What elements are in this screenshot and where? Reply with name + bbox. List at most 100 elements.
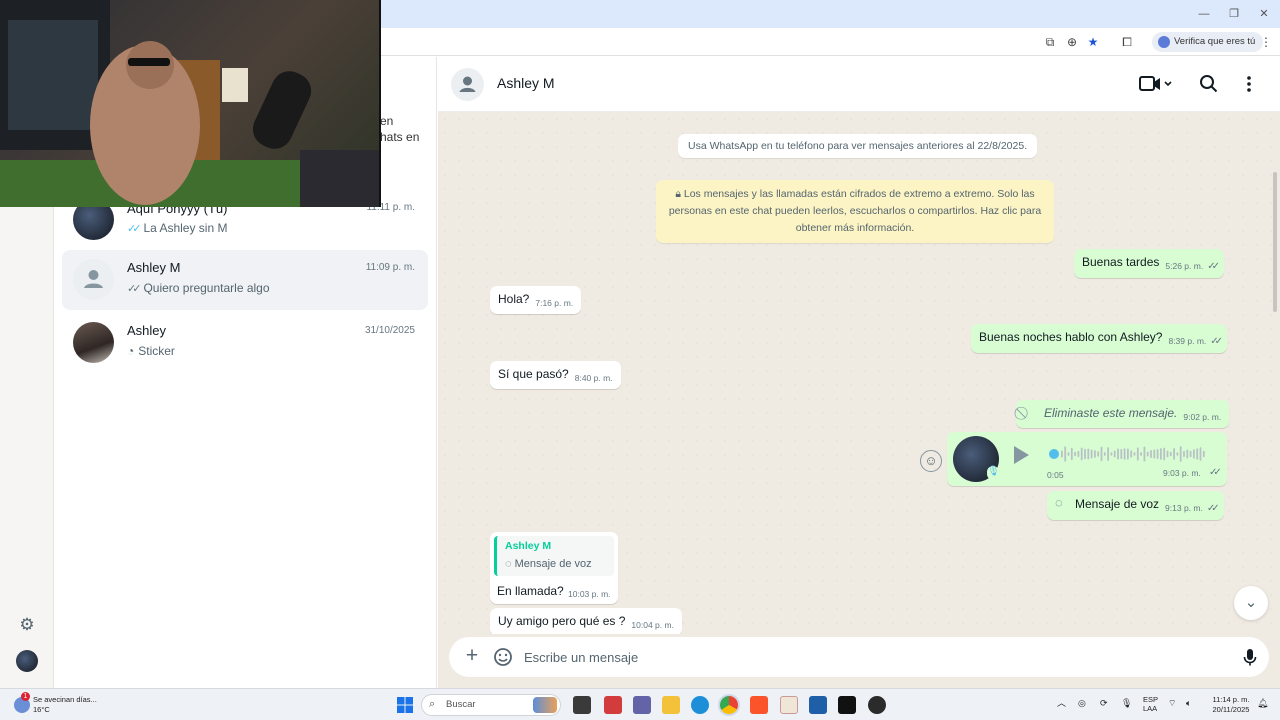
waveform-bar: [1070, 447, 1073, 461]
edge-icon[interactable]: [691, 696, 709, 714]
extensions-icon[interactable]: ⧠: [1119, 34, 1135, 50]
weather-text[interactable]: Se avecinan días...: [33, 695, 97, 704]
deleted-message-bubble[interactable]: ⃠ Eliminaste este mensaje.9:02 p. m.: [1016, 400, 1230, 428]
reply-message-bubble[interactable]: Ashley M ◌ Mensaje de voz En llamada? 10…: [490, 532, 618, 604]
quoted-message[interactable]: Ashley M ◌ Mensaje de voz: [494, 536, 614, 576]
app-icon-black[interactable]: [838, 696, 856, 714]
chevron-up-icon[interactable]: ︿: [1057, 699, 1066, 708]
chat-item-ashley[interactable]: Ashley 31/10/2025 ◔ Sticker: [62, 313, 428, 373]
chat-header: Ashley M: [438, 57, 1280, 112]
webcam-overlay: [0, 0, 381, 207]
default-avatar-icon: [73, 259, 114, 300]
search-highlight-image: [533, 697, 557, 713]
wifi-icon[interactable]: ⌔: [1168, 699, 1176, 708]
app-icon-red[interactable]: [604, 696, 622, 714]
close-icon[interactable]: ✕: [1252, 5, 1276, 23]
waveform-bar: [1136, 447, 1139, 461]
message-time: 5:26 p. m.: [1165, 261, 1204, 271]
waveform-bar: [1173, 448, 1175, 460]
screen-share-icon[interactable]: ⧉: [1042, 34, 1058, 50]
message-bubble-in[interactable]: Sí que pasó? 8:40 p. m.: [490, 361, 621, 389]
play-icon[interactable]: [1014, 446, 1029, 464]
tray-app-icon[interactable]: ◎: [1078, 699, 1086, 708]
task-view-icon[interactable]: [573, 696, 591, 714]
teams-icon[interactable]: [633, 696, 651, 714]
contact-avatar[interactable]: [451, 68, 484, 101]
mic-icon[interactable]: 🎙︎: [1121, 699, 1132, 708]
brave-icon[interactable]: [750, 696, 768, 714]
message-text: Mensaje de voz: [1075, 497, 1160, 511]
waveform-bar: [1113, 450, 1116, 458]
taskbar-search-placeholder: Buscar: [446, 699, 476, 710]
waveform-bar: [1199, 447, 1202, 461]
delivered-ticks-icon: ✓✓: [1210, 336, 1223, 347]
quote-author: Ashley M: [505, 540, 552, 552]
app-icon-beige[interactable]: [780, 696, 798, 714]
mic-icon[interactable]: [1239, 646, 1261, 668]
message-bubble-out[interactable]: Buenas tardes 5:26 p. m. ✓✓: [1074, 249, 1224, 278]
video-call-icon[interactable]: [1138, 73, 1174, 95]
waveform-bar: [1100, 446, 1103, 462]
message-bubble-in[interactable]: Hola? 7:16 p. m.: [490, 286, 582, 314]
taskbar-search[interactable]: ⌕ Buscar: [421, 694, 561, 716]
language-indicator-2: LAA: [1143, 704, 1158, 713]
emoji-icon[interactable]: [492, 646, 514, 668]
verify-chip[interactable]: Verifica que eres tú: [1152, 32, 1264, 52]
chrome-icon[interactable]: [720, 696, 738, 714]
message-bubble-in[interactable]: Uy amigo pero qué es ? 10:04 p. m.: [490, 608, 682, 634]
message-input[interactable]: [524, 645, 1224, 669]
voice-message-bubble[interactable]: 🎙︎ 0:05 9:03 p. m. ✓✓: [947, 432, 1227, 486]
more-vert-icon[interactable]: ⋮: [1258, 34, 1274, 50]
waveform-bar: [1146, 451, 1149, 457]
volume-icon[interactable]: 🔈︎: [1186, 699, 1191, 708]
star-icon[interactable]: ★: [1085, 34, 1101, 50]
contact-name[interactable]: Ashley M: [497, 75, 555, 91]
maximize-icon[interactable]: ❐: [1222, 5, 1246, 23]
delivered-ticks-icon: ✓✓: [127, 283, 142, 295]
voice-placeholder-bubble[interactable]: ◌ Mensaje de voz 9:13 p. m. ✓✓: [1047, 491, 1224, 520]
notifications-bell-icon[interactable]: 🔔︎: [1257, 699, 1268, 708]
voice-seek-handle[interactable]: [1049, 449, 1059, 459]
partial-header-text: en: [380, 114, 394, 128]
waveform-bar: [1120, 448, 1123, 460]
profile-avatar[interactable]: [16, 650, 38, 672]
encryption-note-line-1: Los mensajes y las llamadas están cifrad…: [683, 188, 1035, 200]
attach-plus-icon[interactable]: +: [461, 645, 483, 668]
shield-icon: [1158, 36, 1170, 48]
windows-start-icon[interactable]: [396, 696, 414, 714]
zoom-icon[interactable]: ⊕: [1064, 34, 1080, 50]
waveform-bar: [1153, 449, 1156, 459]
waveform-bar: [1143, 446, 1146, 462]
message-bubble-out[interactable]: Buenas noches hablo con Ashley? 8:39 p. m…: [971, 324, 1228, 353]
search-icon[interactable]: [1198, 73, 1220, 95]
waveform-bar: [1179, 446, 1182, 462]
settings-gear-icon[interactable]: ⚙: [17, 615, 37, 635]
emoji-react-icon[interactable]: ☺: [920, 450, 942, 472]
message-list[interactable]: Usa WhatsApp en tu teléfono para ver men…: [438, 112, 1280, 634]
store-icon[interactable]: [809, 696, 827, 714]
waveform-bar: [1163, 447, 1166, 461]
file-explorer-icon[interactable]: [662, 696, 680, 714]
waveform-bar: [1183, 450, 1185, 458]
message-time: 9:03 p. m.: [1163, 468, 1201, 478]
encryption-note[interactable]: 🔒︎ Los mensajes y las llamadas están cif…: [656, 180, 1054, 243]
waveform-bar: [1156, 449, 1159, 459]
scroll-down-chevron-icon[interactable]: ⌄: [1234, 586, 1268, 620]
chat-item-ashley-m[interactable]: Ashley M 11:09 p. m. ✓✓ Quiero preguntarl…: [62, 250, 428, 310]
sync-icon[interactable]: ⟳: [1100, 699, 1108, 708]
delivered-ticks-icon: ✓✓: [1206, 503, 1220, 514]
chat-preview: ◔ Sticker: [127, 344, 175, 358]
waveform-bar: [1140, 452, 1142, 456]
obs-icon[interactable]: [868, 696, 886, 714]
verify-chip-label: Verifica que eres tú: [1174, 36, 1256, 47]
scrollbar[interactable]: [1273, 172, 1277, 312]
waveform-bar: [1080, 447, 1083, 461]
menu-icon[interactable]: [1242, 73, 1256, 95]
partial-header-text-2: hats en: [380, 130, 420, 144]
clock-time[interactable]: 11:14 p. m.: [1208, 695, 1254, 704]
voice-waveform[interactable]: [1047, 442, 1207, 466]
waveform-bar: [1084, 448, 1086, 460]
minimize-icon[interactable]: —: [1192, 5, 1216, 23]
waveform-bar: [1117, 448, 1119, 460]
language-indicator[interactable]: ESP: [1143, 695, 1158, 704]
